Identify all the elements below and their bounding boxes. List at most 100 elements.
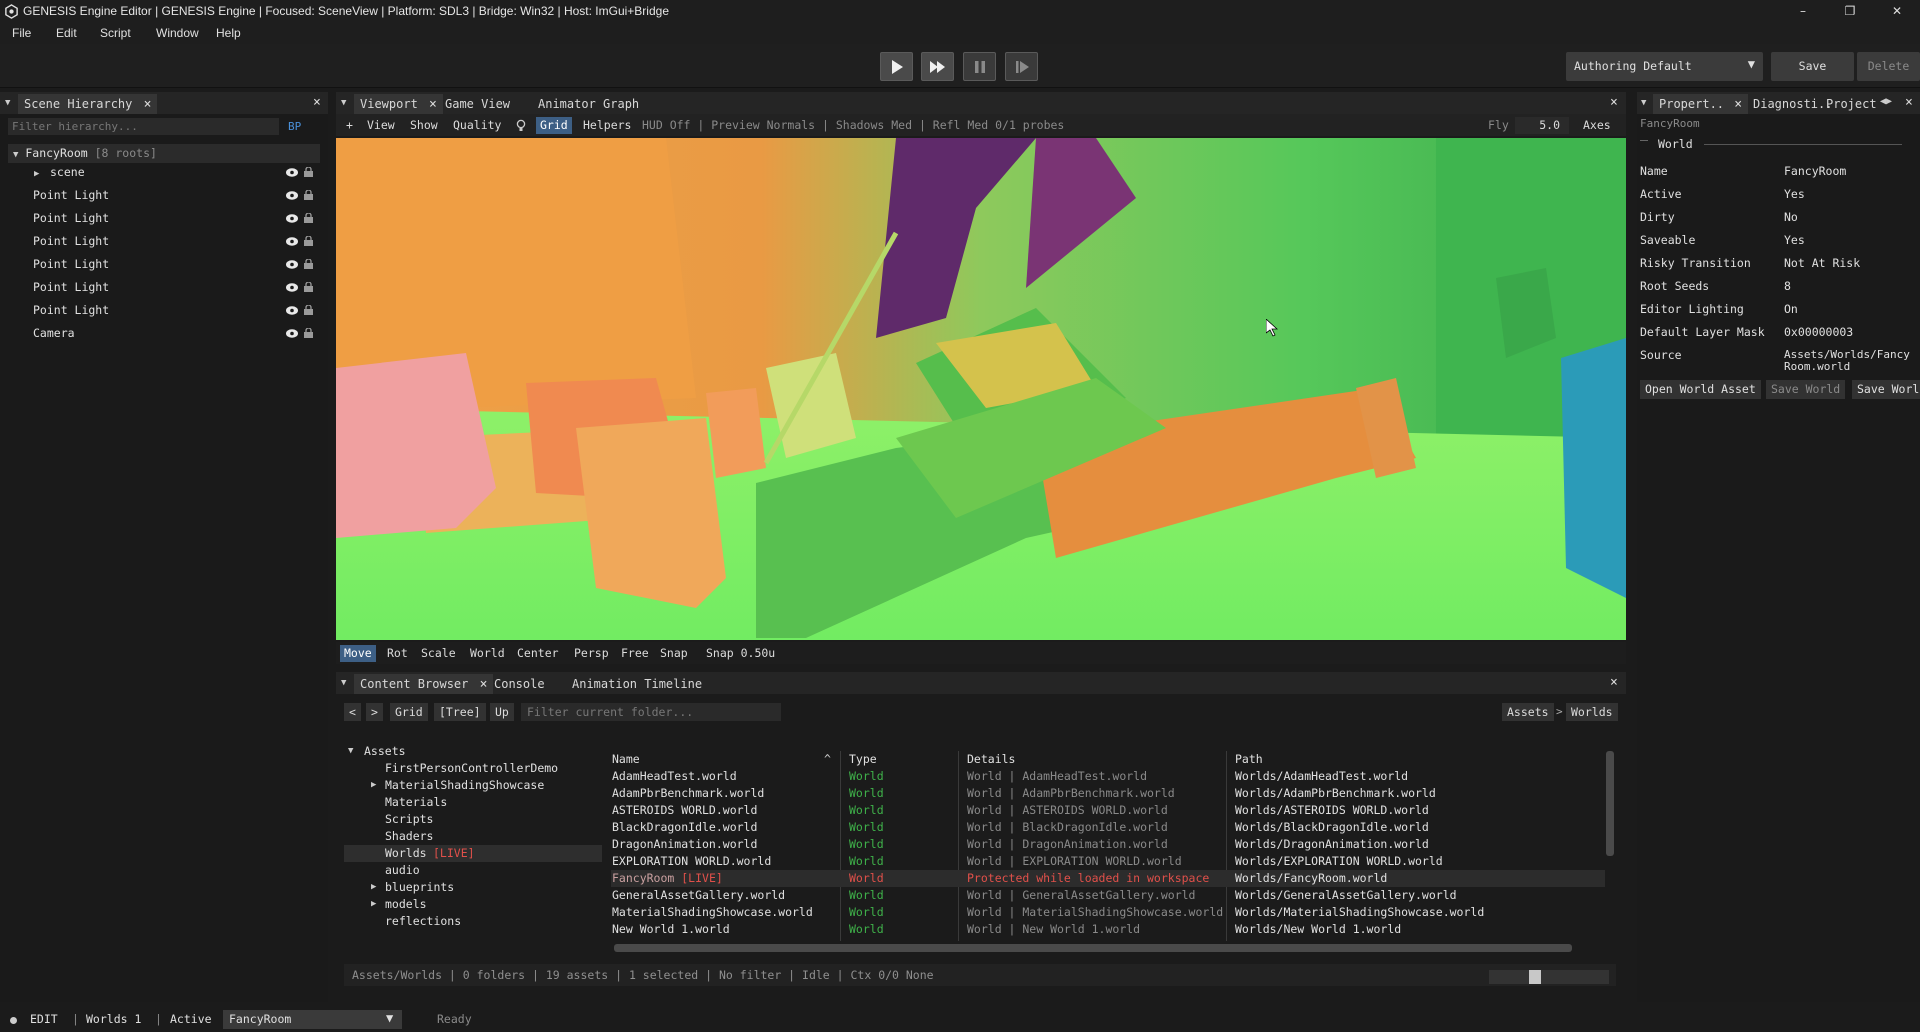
panel-menu-icon[interactable]: ▼ bbox=[341, 98, 346, 108]
world-section-header[interactable]: World bbox=[1640, 137, 1910, 153]
table-row[interactable]: GeneralAssetGallery.world World World | Ge… bbox=[611, 887, 1605, 904]
open-world-asset-button[interactable]: Open World Asset bbox=[1640, 380, 1761, 399]
tree-view-button[interactable]: [Tree] bbox=[434, 703, 486, 721]
tab-properties[interactable]: Propert.. × bbox=[1653, 94, 1749, 114]
lock-icon[interactable] bbox=[304, 328, 313, 338]
visibility-eye-icon[interactable] bbox=[286, 329, 298, 338]
hierarchy-item[interactable]: Point Light bbox=[8, 186, 320, 205]
hierarchy-item[interactable]: Point Light bbox=[8, 278, 320, 297]
menu-script[interactable]: Script bbox=[100, 26, 131, 40]
slider-thumb[interactable] bbox=[1529, 970, 1541, 984]
close-tab-icon[interactable]: × bbox=[144, 97, 152, 112]
visibility-eye-icon[interactable] bbox=[286, 191, 298, 200]
pause-button[interactable] bbox=[963, 52, 996, 81]
lock-icon[interactable] bbox=[304, 167, 313, 177]
table-row[interactable]: ASTEROIDS WORLD.world World World | ASTERO… bbox=[611, 802, 1605, 819]
hierarchy-item[interactable]: Point Light bbox=[8, 301, 320, 320]
minimize-button[interactable]: – bbox=[1780, 0, 1826, 24]
show-menu[interactable]: Show bbox=[406, 117, 442, 134]
hierarchy-root[interactable]: ▼ FancyRoom [8 roots] bbox=[8, 144, 320, 163]
table-row[interactable]: AdamHeadTest.world World World | AdamHeadT… bbox=[611, 768, 1605, 785]
transform-tool-move[interactable]: Move bbox=[340, 645, 376, 662]
visibility-eye-icon[interactable] bbox=[286, 214, 298, 223]
transform-tool-snap-0-50u[interactable]: Snap 0.50u bbox=[702, 645, 779, 662]
hierarchy-item[interactable]: ▶ scene bbox=[8, 163, 320, 182]
back-button[interactable]: < bbox=[344, 703, 361, 721]
active-world-select[interactable]: FancyRoom ▼ bbox=[223, 1010, 402, 1029]
thumbnail-size-slider[interactable] bbox=[1489, 970, 1609, 984]
tab-animation-timeline[interactable]: Animation Timeline bbox=[566, 674, 708, 694]
expand-icon[interactable]: ▶ bbox=[34, 169, 39, 179]
folder-tree-item[interactable]: ▶ MaterialShadingShowcase bbox=[344, 777, 602, 794]
collapsed-icon[interactable]: ▶ bbox=[371, 879, 376, 896]
column-header-name[interactable]: Name bbox=[612, 751, 640, 768]
collapsed-icon[interactable]: ▶ bbox=[371, 896, 376, 913]
panel-menu-icon[interactable]: ▼ bbox=[341, 678, 346, 688]
folder-tree-item[interactable]: FirstPersonControllerDemo bbox=[344, 760, 602, 777]
tab-game-view[interactable]: Game View bbox=[439, 94, 516, 114]
table-row[interactable]: FancyRoom [LIVE] World Protected while loa… bbox=[611, 870, 1605, 887]
close-tab-icon[interactable]: × bbox=[480, 677, 488, 692]
folder-tree-item[interactable]: Shaders bbox=[344, 828, 602, 845]
visibility-eye-icon[interactable] bbox=[286, 283, 298, 292]
visibility-eye-icon[interactable] bbox=[286, 260, 298, 269]
column-header-path[interactable]: Path bbox=[1235, 751, 1263, 768]
tab-project[interactable]: Project bbox=[1820, 94, 1883, 114]
folder-tree-item[interactable]: Scripts bbox=[344, 811, 602, 828]
table-row[interactable]: BlackDragonIdle.world World World | BlackD… bbox=[611, 819, 1605, 836]
blueprint-toggle-button[interactable]: BP bbox=[288, 120, 301, 133]
forward-button[interactable]: > bbox=[366, 703, 383, 721]
up-button[interactable]: Up bbox=[490, 703, 514, 721]
folder-filter-input[interactable]: Filter current folder... bbox=[521, 703, 781, 721]
lock-icon[interactable] bbox=[304, 305, 313, 315]
hierarchy-item[interactable]: Point Light bbox=[8, 232, 320, 251]
hierarchy-item[interactable]: Point Light bbox=[8, 209, 320, 228]
breadcrumb-assets[interactable]: Assets bbox=[1502, 703, 1554, 721]
breadcrumb-worlds[interactable]: Worlds bbox=[1566, 703, 1618, 721]
tab-scene-hierarchy[interactable]: Scene Hierarchy × bbox=[18, 94, 158, 114]
save-world-as-button[interactable]: Save Worl bbox=[1852, 380, 1920, 399]
save-world-button[interactable]: Save World bbox=[1766, 380, 1846, 399]
expand-icon[interactable]: ▼ bbox=[13, 150, 18, 160]
folder-tree-item[interactable]: audio bbox=[344, 862, 602, 879]
folder-tree-item[interactable]: ▶ models bbox=[344, 896, 602, 913]
table-horizontal-scrollbar[interactable] bbox=[614, 944, 1572, 952]
visibility-eye-icon[interactable] bbox=[286, 306, 298, 315]
grid-toggle[interactable]: Grid bbox=[536, 117, 572, 134]
close-panel-icon[interactable]: × bbox=[1610, 675, 1618, 690]
helpers-toggle[interactable]: Helpers bbox=[579, 117, 635, 134]
tab-console[interactable]: Console bbox=[488, 674, 551, 694]
tab-viewport[interactable]: Viewport × bbox=[354, 94, 443, 114]
panel-menu-icon[interactable]: ▼ bbox=[1641, 98, 1646, 108]
play-button[interactable] bbox=[880, 52, 913, 81]
transform-tool-free[interactable]: Free bbox=[617, 645, 653, 662]
lock-icon[interactable] bbox=[304, 282, 313, 292]
lock-icon[interactable] bbox=[304, 259, 313, 269]
table-row[interactable]: EXPLORATION WORLD.world World World | EXPL… bbox=[611, 853, 1605, 870]
lock-icon[interactable] bbox=[304, 236, 313, 246]
menu-help[interactable]: Help bbox=[216, 26, 241, 40]
tab-animator-graph[interactable]: Animator Graph bbox=[532, 94, 645, 114]
folder-tree-item[interactable]: Worlds [LIVE] bbox=[344, 845, 602, 862]
transform-tool-scale[interactable]: Scale bbox=[417, 645, 460, 662]
lock-icon[interactable] bbox=[304, 213, 313, 223]
folder-tree-item[interactable]: Materials bbox=[344, 794, 602, 811]
menu-file[interactable]: File bbox=[12, 26, 31, 40]
profile-select[interactable]: Authoring Default ▼ bbox=[1566, 52, 1763, 81]
table-vertical-scrollbar[interactable] bbox=[1606, 751, 1614, 856]
transform-tool-world[interactable]: World bbox=[466, 645, 509, 662]
panel-menu-icon[interactable]: ▼ bbox=[5, 98, 10, 108]
add-button[interactable]: + bbox=[342, 117, 357, 134]
lock-icon[interactable] bbox=[304, 190, 313, 200]
folder-tree-item[interactable]: ▼ Assets bbox=[344, 743, 602, 760]
close-panel-icon[interactable]: × bbox=[1905, 95, 1913, 110]
collapsed-icon[interactable]: ▶ bbox=[371, 777, 376, 794]
folder-tree-item[interactable]: ▶ blueprints bbox=[344, 879, 602, 896]
view-menu[interactable]: View bbox=[363, 117, 399, 134]
fast-forward-button[interactable] bbox=[921, 52, 954, 81]
table-row[interactable]: New World 1.world World World | New World … bbox=[611, 921, 1605, 938]
menu-edit[interactable]: Edit bbox=[56, 26, 77, 40]
transform-tool-persp[interactable]: Persp bbox=[570, 645, 613, 662]
delete-button[interactable]: Delete bbox=[1857, 52, 1920, 81]
close-panel-icon[interactable]: × bbox=[313, 95, 321, 110]
